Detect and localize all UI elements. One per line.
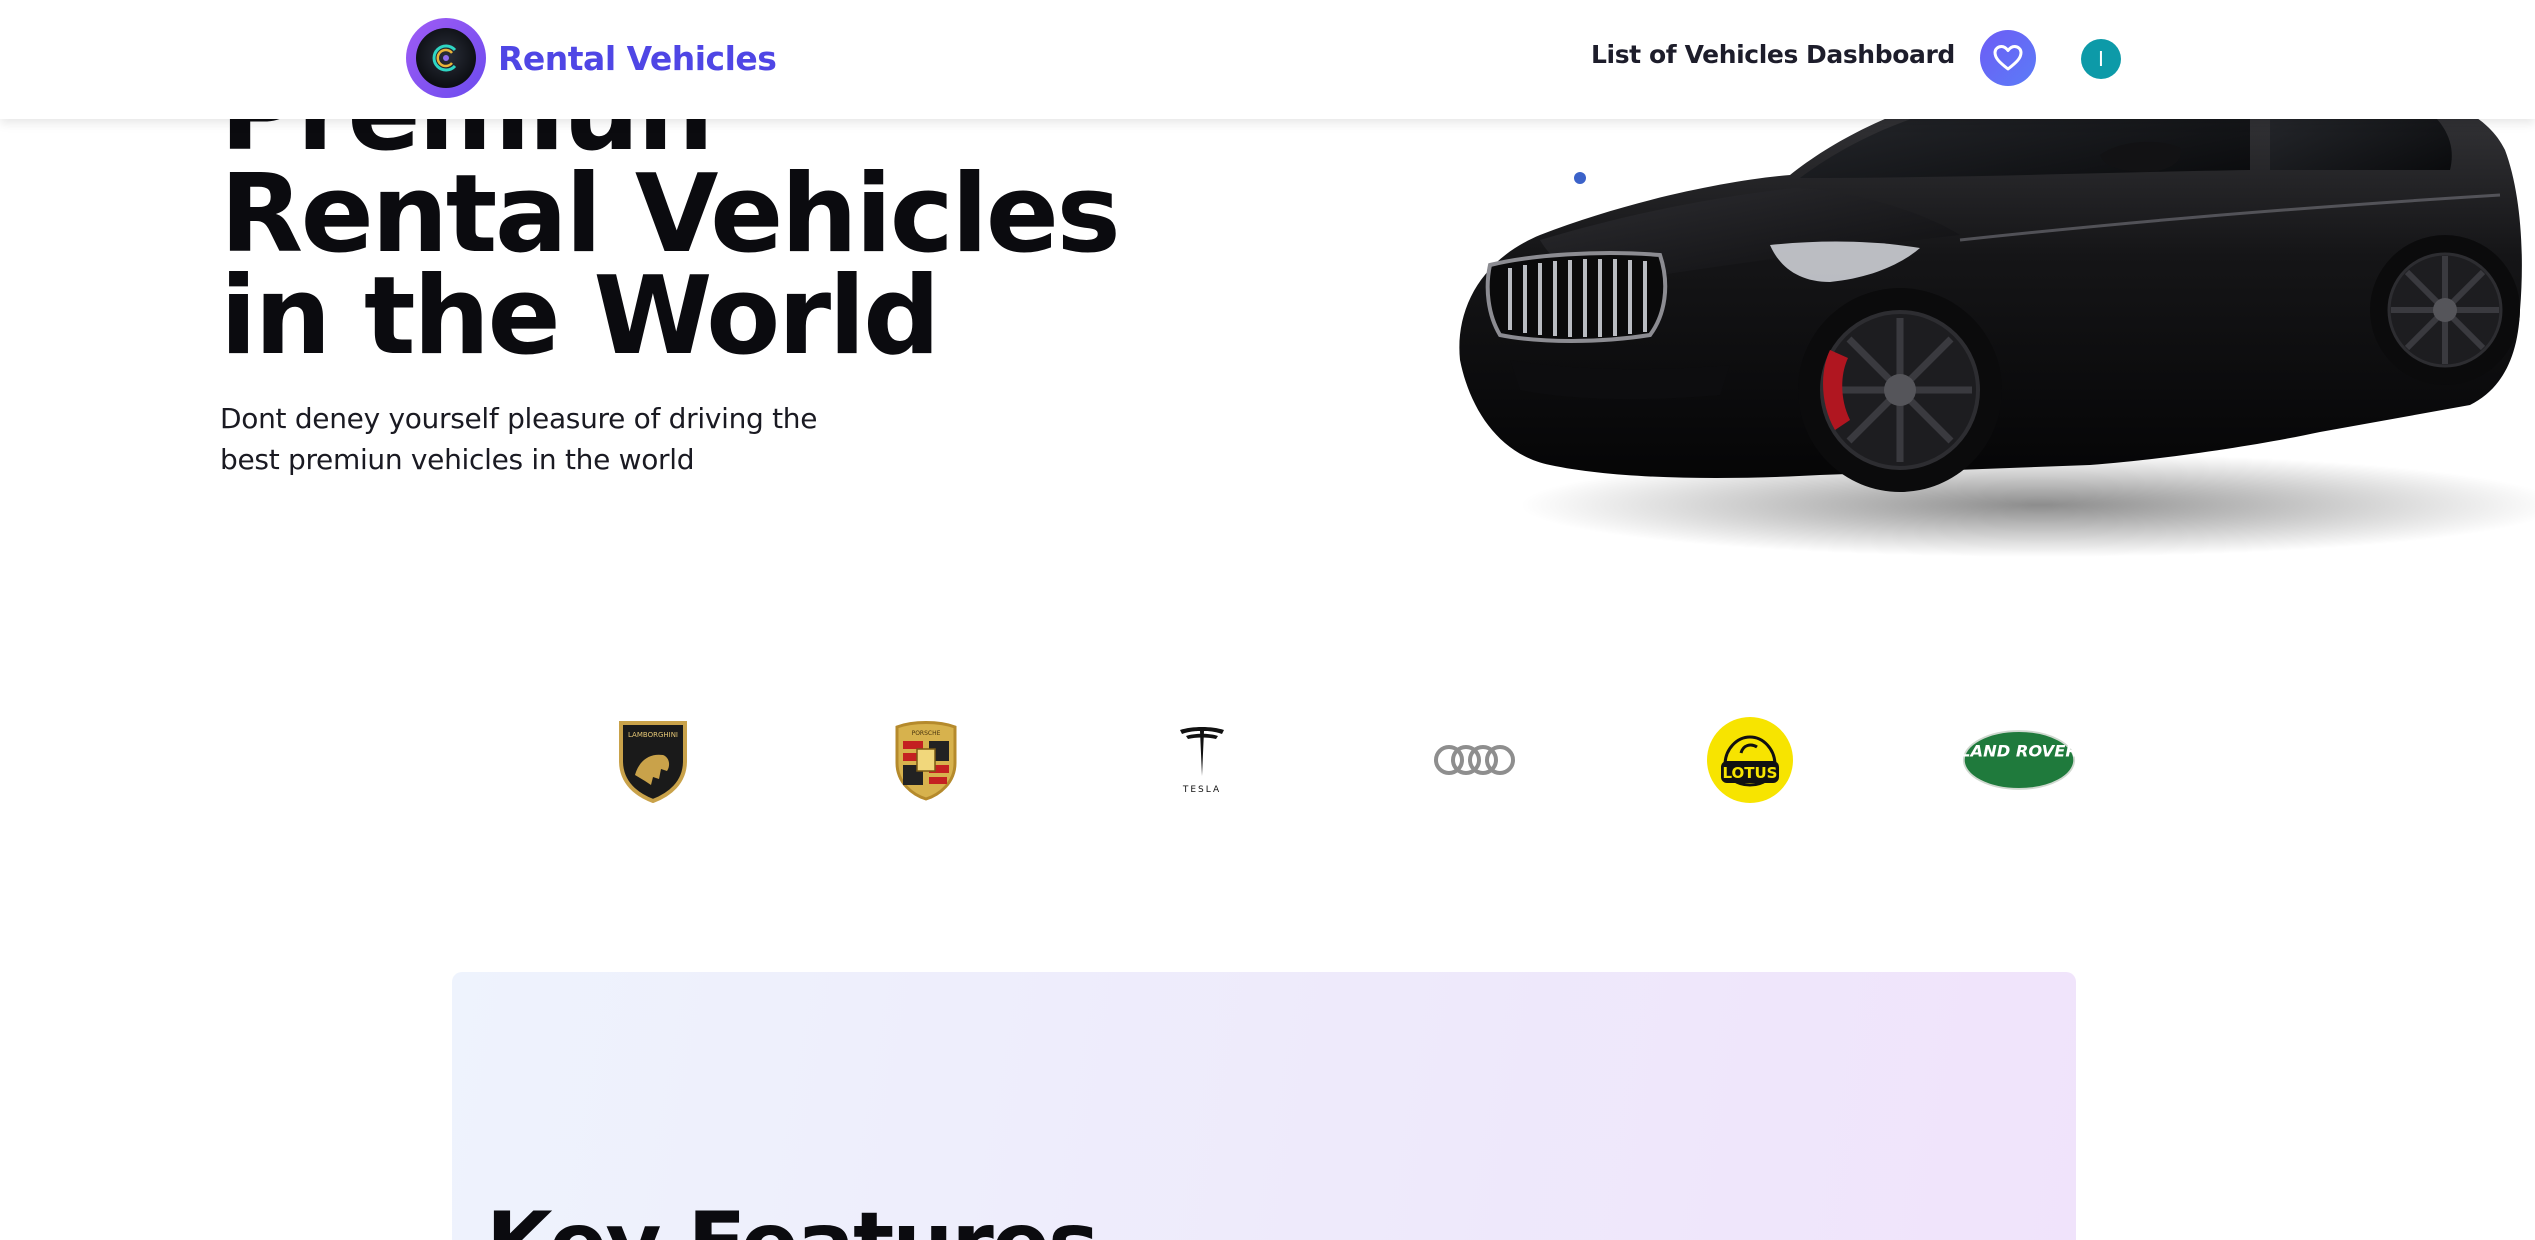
hero-subtitle-line-1: Dont deney yourself pleasure of driving … (220, 402, 818, 435)
lamborghini-logo-text: LAMBORGHINI (628, 731, 678, 739)
top-navbar: Rental Vehicles List of Vehicles Dashboa… (0, 0, 2535, 119)
lotus-logo-text: LOTUS (1723, 764, 1778, 782)
hero-subtitle-line-2: best premiun vehicles in the world (220, 443, 695, 476)
tesla-logo-icon[interactable]: TESLA (1176, 700, 1228, 820)
hero-subtitle: Dont deney yourself pleasure of driving … (220, 398, 840, 480)
nav-links: List of Vehicles Dashboard (0, 0, 2535, 119)
hero-car-image (1459, 73, 2535, 557)
user-avatar[interactable]: I (2081, 39, 2121, 79)
nav-link-list-of-vehicles[interactable]: List of Vehicles (1591, 40, 1798, 69)
key-features-section: Key Features (452, 972, 2076, 1240)
page: Premiun Rental Vehicles in the World Don… (0, 0, 2535, 1240)
heart-icon (1993, 45, 2023, 71)
land-rover-logo-text: LAND ROVER (1962, 741, 2076, 760)
audi-logo-icon[interactable] (1432, 700, 1520, 820)
hero-title-line-2: Rental Vehicles (220, 152, 1121, 277)
hero-title-line-3: in the World (220, 254, 940, 379)
tesla-logo-text: TESLA (1182, 785, 1221, 795)
land-rover-logo-icon[interactable]: LAND ROVER (1962, 700, 2076, 820)
porsche-logo-icon[interactable]: PORSCHE (893, 700, 959, 820)
nav-link-dashboard[interactable]: Dashboard (1806, 40, 1955, 69)
key-features-title: Key Features (486, 1194, 1099, 1240)
porsche-logo-text: PORSCHE (912, 730, 941, 737)
brand-logos-row: LAMBORGHINI PORSCHE TESLA LOTUS LAND ROV… (0, 700, 2535, 820)
favorites-button[interactable] (1980, 30, 2036, 86)
lamborghini-logo-icon[interactable]: LAMBORGHINI (615, 700, 691, 820)
lotus-logo-icon[interactable]: LOTUS (1707, 700, 1793, 820)
